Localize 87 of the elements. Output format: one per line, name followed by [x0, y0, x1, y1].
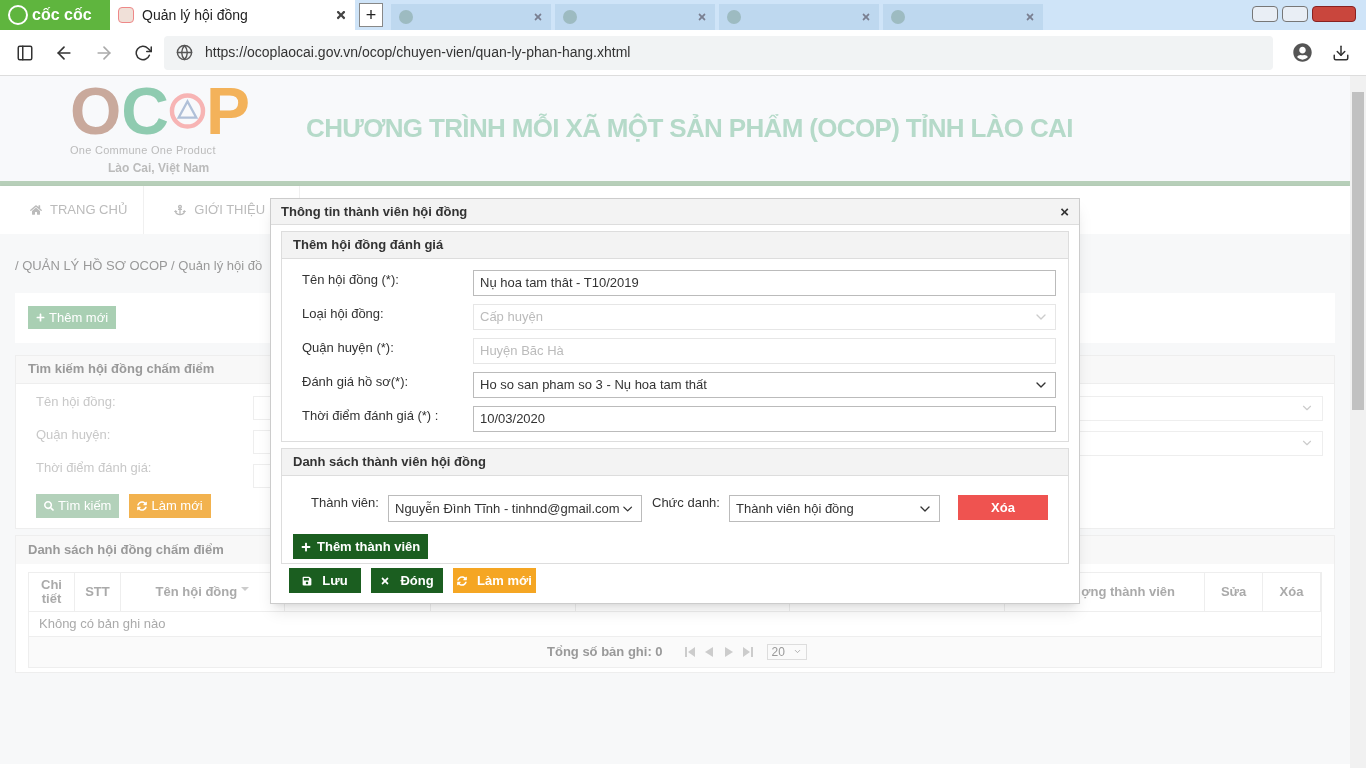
column-header[interactable]: Tên hội đồng: [155, 584, 250, 599]
refresh-button[interactable]: Làm mới: [453, 568, 536, 593]
save-button[interactable]: Lưu: [289, 568, 361, 593]
nav-label: GIỚI THIỆU: [194, 201, 266, 220]
browser-logo[interactable]: cốc cốc: [0, 0, 110, 30]
logo-letter: P: [205, 80, 250, 143]
panel-title: Danh sách hội đồng chấm điểm: [28, 540, 224, 559]
field-value: Nụ hoa tam thât - T10/2019: [480, 274, 640, 293]
field-label: Thành viên:: [311, 494, 380, 512]
background-tab[interactable]: [555, 4, 715, 30]
column-header[interactable]: Sửa: [1220, 584, 1247, 599]
home-icon: [30, 204, 42, 216]
column-header[interactable]: ợng thành viên: [1081, 584, 1175, 599]
logo-letter: O: [70, 80, 122, 143]
close-button[interactable]: Đóng: [371, 568, 443, 593]
site-favicon: [563, 10, 577, 24]
page-size-select[interactable]: 20: [766, 643, 807, 660]
logo-letter: C: [121, 80, 169, 143]
field-label: Tên hội đồng (*):: [301, 271, 400, 289]
breadcrumb: / QUẢN LÝ HỒ SƠ OCOP / Quản lý hội đồ: [15, 257, 264, 275]
field-label: Chức danh:: [652, 494, 721, 512]
download-icon[interactable]: [1332, 43, 1350, 62]
scrollbar[interactable]: [1350, 76, 1366, 768]
tab-title: Quản lý hội đồng: [142, 5, 249, 25]
minimize-button[interactable]: [1252, 6, 1278, 22]
floppy-icon: [302, 575, 313, 586]
close-button[interactable]: ×: [1060, 204, 1069, 219]
field-value: Nguyễn Đình Tĩnh - tinhnd@gmail.com: [395, 499, 620, 518]
globe-icon: [176, 44, 193, 61]
close-window-button[interactable]: [1312, 6, 1356, 22]
background-tab[interactable]: [719, 4, 879, 30]
field-label: Đánh giá hồ sơ(*):: [301, 373, 410, 391]
select-field[interactable]: Thành viên hội đồng: [729, 495, 940, 522]
column-header[interactable]: Xóa: [1279, 584, 1304, 599]
close-icon: [380, 575, 391, 586]
refresh-icon: [137, 500, 148, 511]
plus-icon: [301, 541, 311, 552]
delete-button[interactable]: Xóa: [958, 495, 1048, 520]
add-member-button[interactable]: Thêm thành viên: [293, 534, 429, 559]
sidebar-icon[interactable]: [16, 43, 34, 62]
profile-icon[interactable]: [1293, 43, 1312, 62]
plus-icon: [36, 313, 45, 322]
select-field[interactable]: Nguyễn Đình Tĩnh - tinhnd@gmail.com: [388, 495, 642, 522]
pager-arrows-icon: [684, 646, 755, 657]
background-tab[interactable]: [883, 4, 1043, 30]
column-header[interactable]: STT: [85, 584, 110, 599]
add-new-button[interactable]: Thêm mới: [28, 306, 117, 329]
input-field[interactable]: Nụ hoa tam thât - T10/2019: [473, 270, 1056, 296]
column-header[interactable]: Chi tiết: [39, 577, 64, 606]
site-favicon: [727, 10, 741, 24]
field-value: Huyện Băc Hà: [480, 342, 565, 361]
chevron-down-icon: [792, 647, 802, 656]
logo-place: Lào Cai, Việt Nam: [107, 159, 211, 177]
address-bar[interactable]: https://ocoplaocai.gov.vn/ocop/chuyen-vien/quan-ly-phan-hang.xhtml: [164, 35, 1273, 70]
field-value: 10/03/2020: [480, 410, 547, 429]
site-favicon: [399, 10, 413, 24]
field-value: Ho so san pham so 3 - Nụ hoa tam thất: [480, 376, 708, 395]
site-favicon: [891, 10, 905, 24]
site-title: CHƯƠNG TRÌNH MỖI XÃ MỘT SẢN PHẨM (OCOP) TỈNH LÀO CAI: [306, 112, 1073, 145]
brand-name: cốc cốc: [32, 5, 92, 25]
input-field[interactable]: 10/03/2020: [473, 406, 1056, 432]
field-label: Loại hội đồng:: [301, 305, 385, 323]
section-title: Thêm hội đồng đánh giá: [293, 236, 444, 255]
nav-label: TRANG CHỦ: [50, 201, 128, 220]
field-value: Cấp huyện: [480, 308, 544, 327]
background-tab[interactable]: [391, 4, 551, 30]
logo-tagline: One Commune One Product: [70, 143, 217, 159]
field-label: Thời điểm đánh giá (*) :: [301, 407, 440, 425]
anchor-icon: [174, 204, 187, 216]
search-icon: [44, 500, 54, 511]
url-text: https://ocoplaocai.gov.vn/ocop/chuyen-vien/quan-ly-phan-hang.xhtml: [205, 43, 631, 62]
reset-button[interactable]: Làm mới: [129, 493, 211, 518]
total-records: Tổng số bản ghi: 0: [547, 642, 663, 661]
section-title: Danh sách thành viên hội đồng: [293, 453, 486, 472]
reload-icon[interactable]: [134, 43, 152, 62]
site-favicon: [118, 7, 134, 23]
search-button[interactable]: Tìm kiếm: [36, 493, 120, 518]
select-field[interactable]: Ho so san pham so 3 - Nụ hoa tam thất: [473, 372, 1056, 398]
close-icon[interactable]: [335, 9, 347, 21]
browser-tab[interactable]: Quản lý hội đồng: [110, 0, 355, 30]
field-label: Quận huyện (*):: [301, 339, 395, 357]
maximize-button[interactable]: [1282, 6, 1308, 22]
new-tab-button[interactable]: +: [359, 3, 383, 27]
panel-title: Tìm kiếm hội đồng chấm điểm: [28, 360, 215, 379]
field-value: Thành viên hội đồng: [736, 499, 855, 518]
empty-message: Không có bản ghi nào: [39, 614, 166, 633]
refresh-icon: [457, 575, 468, 586]
